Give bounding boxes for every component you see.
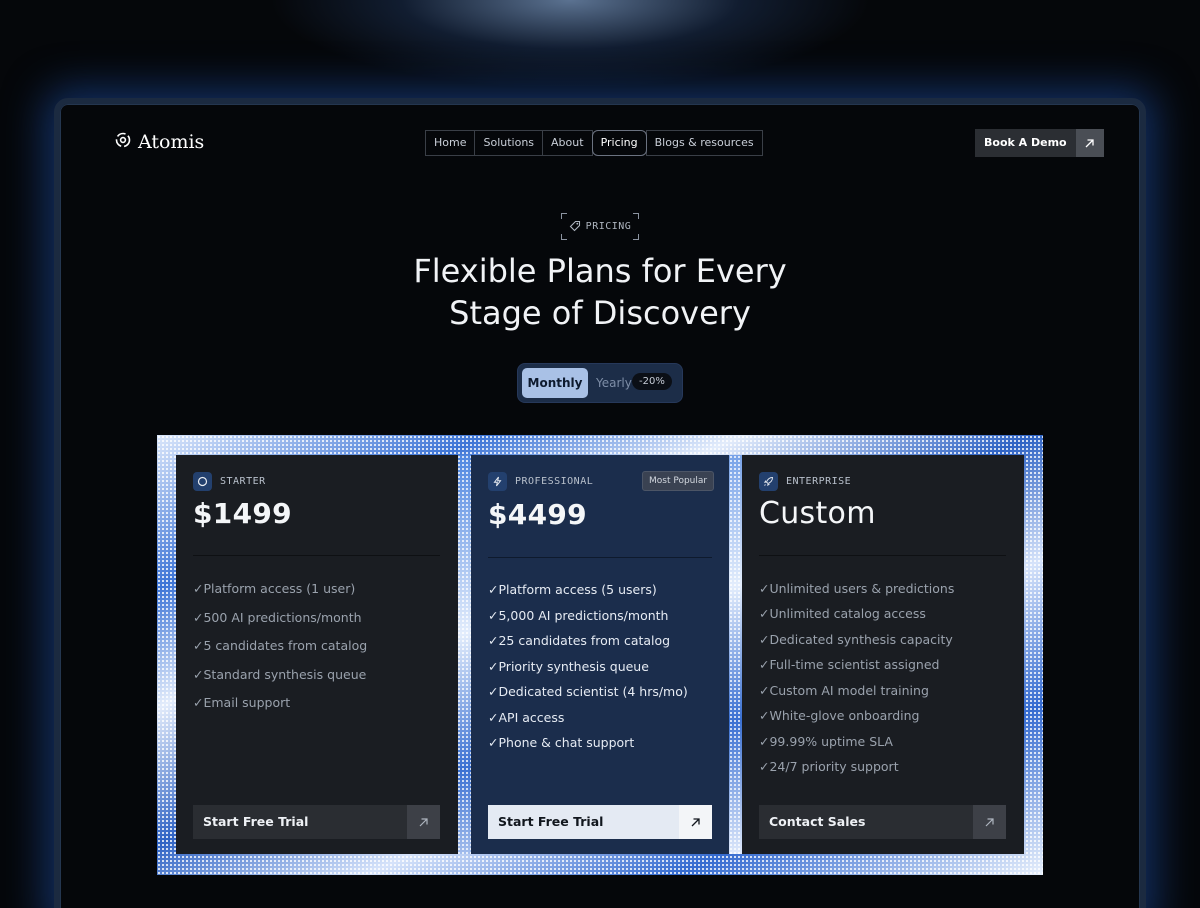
title-line-2: Stage of Discovery — [449, 294, 751, 332]
brand-name: Atomis — [138, 131, 205, 153]
feature-item: ✓API access — [488, 710, 565, 725]
section-eyebrow: PRICING — [561, 213, 639, 240]
cta-label: Start Free Trial — [193, 805, 407, 839]
arrow-up-right-icon — [679, 805, 712, 839]
nav-home[interactable]: Home — [425, 130, 476, 156]
feature-item: ✓Standard synthesis queue — [193, 667, 367, 682]
nav-blogs[interactable]: Blogs & resources — [645, 130, 763, 156]
plan-card-professional: PROFESSIONAL Most Popular $4499 ✓Platfor… — [471, 455, 729, 854]
cta-label: Start Free Trial — [488, 805, 679, 839]
toggle-monthly[interactable]: Monthly — [522, 368, 588, 398]
divider — [759, 555, 1006, 556]
feature-item: ✓Platform access (5 users) — [488, 582, 657, 597]
feature-item: ✓24/7 priority support — [759, 759, 899, 774]
start-free-trial-button[interactable]: Start Free Trial — [193, 805, 440, 839]
book-demo-button[interactable]: Book A Demo — [975, 129, 1104, 157]
plan-price: $4499 — [488, 498, 587, 531]
plan-price: Custom — [759, 496, 876, 531]
plan-name: STARTER — [220, 476, 266, 487]
billing-toggle: Monthly Yearly -20% — [517, 363, 683, 403]
circle-icon — [193, 472, 212, 491]
divider — [488, 557, 712, 558]
plan-name: ENTERPRISE — [786, 476, 852, 487]
most-popular-badge: Most Popular — [642, 471, 715, 491]
rocket-icon — [759, 472, 778, 491]
plan-header: ENTERPRISE — [759, 472, 851, 491]
book-demo-label: Book A Demo — [975, 129, 1076, 157]
feature-item: ✓Unlimited catalog access — [759, 606, 926, 621]
feature-item: ✓Priority synthesis queue — [488, 659, 649, 674]
brand-logo[interactable]: Atomis — [114, 131, 204, 153]
tag-icon — [569, 217, 581, 236]
cta-label: Contact Sales — [759, 805, 973, 839]
feature-item: ✓99.99% uptime SLA — [759, 734, 893, 749]
page-title: Flexible Plans for Every Stage of Discov… — [300, 250, 900, 334]
feature-item: ✓White-glove onboarding — [759, 708, 920, 723]
title-line-1: Flexible Plans for Every — [413, 252, 787, 290]
discount-badge: -20% — [632, 373, 672, 390]
atom-logo-icon — [114, 131, 132, 153]
arrow-up-right-icon — [407, 805, 440, 839]
start-free-trial-button[interactable]: Start Free Trial — [488, 805, 712, 839]
feature-item: ✓5 candidates from catalog — [193, 638, 368, 653]
feature-item: ✓Full-time scientist assigned — [759, 657, 940, 672]
contact-sales-button[interactable]: Contact Sales — [759, 805, 1006, 839]
lightning-icon — [488, 472, 507, 491]
arrow-up-right-icon — [973, 805, 1006, 839]
plan-card-enterprise: ENTERPRISE Custom ✓Unlimited users & pre… — [742, 455, 1024, 854]
arrow-up-right-icon — [1075, 129, 1104, 157]
feature-item: ✓Platform access (1 user) — [193, 581, 356, 596]
feature-item: ✓5,000 AI predictions/month — [488, 608, 669, 623]
feature-item: ✓500 AI predictions/month — [193, 610, 362, 625]
feature-item: ✓Unlimited users & predictions — [759, 581, 955, 596]
plan-header: STARTER — [193, 472, 266, 491]
top-glow — [230, 0, 910, 110]
feature-item: ✓Phone & chat support — [488, 735, 635, 750]
nav-about[interactable]: About — [542, 130, 593, 156]
plan-name: PROFESSIONAL — [515, 476, 594, 487]
plan-price: $1499 — [193, 497, 292, 530]
feature-item: ✓Dedicated scientist (4 hrs/mo) — [488, 684, 688, 699]
feature-item: ✓Custom AI model training — [759, 683, 929, 698]
feature-item: ✓25 candidates from catalog — [488, 633, 671, 648]
divider — [193, 555, 440, 556]
plan-header: PROFESSIONAL — [488, 472, 593, 491]
toggle-yearly[interactable]: Yearly — [596, 376, 632, 390]
nav-pricing[interactable]: Pricing — [591, 130, 647, 156]
feature-item: ✓Dedicated synthesis capacity — [759, 632, 953, 647]
eyebrow-label: PRICING — [585, 221, 632, 232]
nav-solutions[interactable]: Solutions — [474, 130, 544, 156]
plan-card-starter: STARTER $1499 ✓Platform access (1 user) … — [176, 455, 458, 854]
main-nav: Home Solutions About Pricing Blogs & res… — [425, 130, 763, 156]
feature-item: ✓Email support — [193, 695, 291, 710]
